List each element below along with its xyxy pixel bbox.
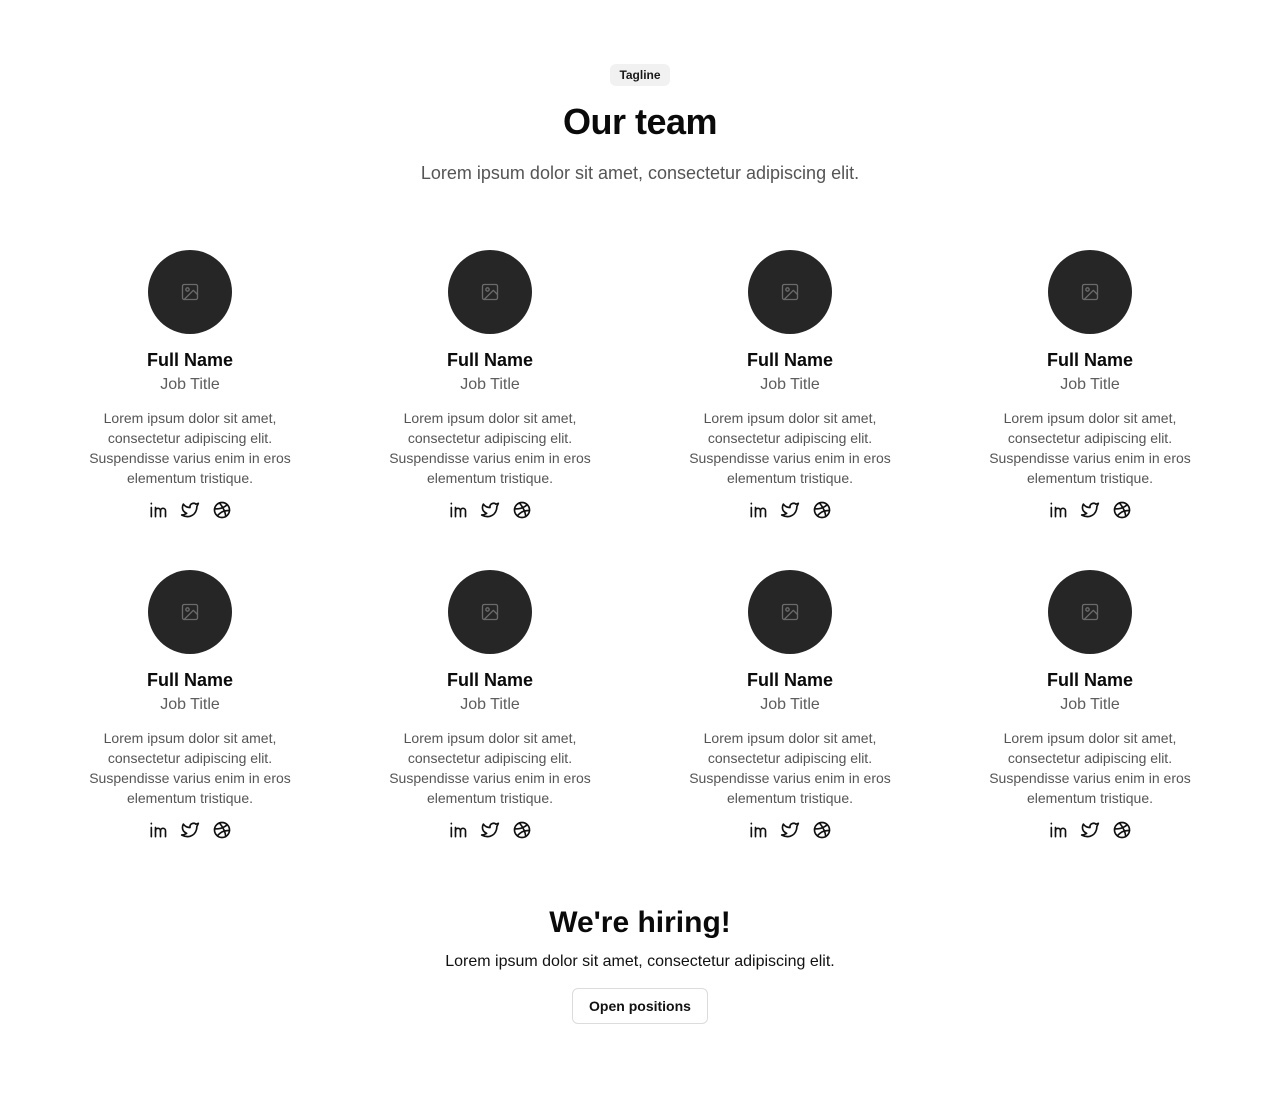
team-member-card: Full Name Job Title Lorem ipsum dolor si… bbox=[940, 250, 1240, 534]
social-links bbox=[148, 500, 232, 520]
page-subtitle: Lorem ipsum dolor sit amet, consectetur … bbox=[420, 163, 860, 183]
team-member-card: Full Name Job Title Lorem ipsum dolor si… bbox=[940, 570, 1240, 854]
page-title: Our team bbox=[562, 101, 718, 142]
avatar bbox=[448, 570, 532, 654]
twitter-icon[interactable] bbox=[480, 500, 500, 520]
social-links bbox=[148, 820, 232, 840]
team-member-card: Full Name Job Title Lorem ipsum dolor si… bbox=[640, 570, 940, 854]
dribbble-icon[interactable] bbox=[512, 500, 532, 520]
social-links bbox=[1048, 820, 1132, 840]
dribbble-icon[interactable] bbox=[812, 820, 832, 840]
member-bio: Lorem ipsum dolor sit amet, consectetur … bbox=[389, 410, 591, 486]
team-member-card: Full Name Job Title Lorem ipsum dolor si… bbox=[640, 250, 940, 534]
twitter-icon[interactable] bbox=[480, 820, 500, 840]
member-job-title: Job Title bbox=[460, 696, 520, 713]
avatar bbox=[748, 250, 832, 334]
team-member-card: Full Name Job Title Lorem ipsum dolor si… bbox=[340, 570, 640, 854]
team-grid: Full Name Job Title Lorem ipsum dolor si… bbox=[40, 250, 1240, 854]
image-placeholder-icon bbox=[181, 603, 199, 621]
tagline-badge: Tagline bbox=[610, 64, 670, 86]
team-member-card: Full Name Job Title Lorem ipsum dolor si… bbox=[40, 570, 340, 854]
linkedin-icon[interactable] bbox=[748, 500, 768, 520]
member-name: Full Name bbox=[146, 350, 234, 370]
open-positions-button[interactable]: Open positions bbox=[572, 988, 708, 1024]
image-placeholder-icon bbox=[481, 283, 499, 301]
section-header: Tagline Our team Lorem ipsum dolor sit a… bbox=[0, 0, 1280, 186]
member-bio: Lorem ipsum dolor sit amet, consectetur … bbox=[989, 410, 1191, 486]
member-bio: Lorem ipsum dolor sit amet, consectetur … bbox=[689, 730, 891, 806]
team-section: Tagline Our team Lorem ipsum dolor sit a… bbox=[0, 0, 1280, 1098]
team-member-card: Full Name Job Title Lorem ipsum dolor si… bbox=[40, 250, 340, 534]
twitter-icon[interactable] bbox=[180, 820, 200, 840]
avatar bbox=[148, 570, 232, 654]
member-bio: Lorem ipsum dolor sit amet, consectetur … bbox=[89, 410, 291, 486]
member-bio: Lorem ipsum dolor sit amet, consectetur … bbox=[689, 410, 891, 486]
linkedin-icon[interactable] bbox=[748, 820, 768, 840]
social-links bbox=[748, 820, 832, 840]
image-placeholder-icon bbox=[1081, 603, 1099, 621]
dribbble-icon[interactable] bbox=[1112, 500, 1132, 520]
social-links bbox=[1048, 500, 1132, 520]
member-name: Full Name bbox=[446, 350, 534, 370]
member-name: Full Name bbox=[146, 670, 234, 690]
image-placeholder-icon bbox=[181, 283, 199, 301]
member-name: Full Name bbox=[1046, 350, 1134, 370]
member-bio: Lorem ipsum dolor sit amet, consectetur … bbox=[989, 730, 1191, 806]
avatar bbox=[448, 250, 532, 334]
linkedin-icon[interactable] bbox=[1048, 500, 1068, 520]
dribbble-icon[interactable] bbox=[1112, 820, 1132, 840]
member-name: Full Name bbox=[1046, 670, 1134, 690]
avatar bbox=[1048, 250, 1132, 334]
linkedin-icon[interactable] bbox=[148, 500, 168, 520]
twitter-icon[interactable] bbox=[1080, 820, 1100, 840]
member-name: Full Name bbox=[746, 350, 834, 370]
social-links bbox=[448, 820, 532, 840]
image-placeholder-icon bbox=[1081, 283, 1099, 301]
hiring-title: We're hiring! bbox=[549, 906, 731, 939]
member-job-title: Job Title bbox=[160, 376, 220, 393]
hiring-text: Lorem ipsum dolor sit amet, consectetur … bbox=[445, 953, 835, 970]
twitter-icon[interactable] bbox=[780, 500, 800, 520]
linkedin-icon[interactable] bbox=[448, 500, 468, 520]
avatar bbox=[1048, 570, 1132, 654]
social-links bbox=[748, 500, 832, 520]
member-name: Full Name bbox=[746, 670, 834, 690]
dribbble-icon[interactable] bbox=[512, 820, 532, 840]
member-job-title: Job Title bbox=[760, 696, 820, 713]
member-bio: Lorem ipsum dolor sit amet, consectetur … bbox=[89, 730, 291, 806]
linkedin-icon[interactable] bbox=[1048, 820, 1068, 840]
image-placeholder-icon bbox=[781, 283, 799, 301]
avatar bbox=[148, 250, 232, 334]
linkedin-icon[interactable] bbox=[148, 820, 168, 840]
twitter-icon[interactable] bbox=[780, 820, 800, 840]
twitter-icon[interactable] bbox=[1080, 500, 1100, 520]
image-placeholder-icon bbox=[781, 603, 799, 621]
avatar bbox=[748, 570, 832, 654]
dribbble-icon[interactable] bbox=[212, 820, 232, 840]
linkedin-icon[interactable] bbox=[448, 820, 468, 840]
member-job-title: Job Title bbox=[460, 376, 520, 393]
member-job-title: Job Title bbox=[1060, 376, 1120, 393]
member-name: Full Name bbox=[446, 670, 534, 690]
member-job-title: Job Title bbox=[160, 696, 220, 713]
twitter-icon[interactable] bbox=[180, 500, 200, 520]
member-job-title: Job Title bbox=[1060, 696, 1120, 713]
dribbble-icon[interactable] bbox=[212, 500, 232, 520]
member-job-title: Job Title bbox=[760, 376, 820, 393]
social-links bbox=[448, 500, 532, 520]
image-placeholder-icon bbox=[481, 603, 499, 621]
member-bio: Lorem ipsum dolor sit amet, consectetur … bbox=[389, 730, 591, 806]
hiring-section: We're hiring! Lorem ipsum dolor sit amet… bbox=[0, 904, 1280, 1024]
team-member-card: Full Name Job Title Lorem ipsum dolor si… bbox=[340, 250, 640, 534]
dribbble-icon[interactable] bbox=[812, 500, 832, 520]
